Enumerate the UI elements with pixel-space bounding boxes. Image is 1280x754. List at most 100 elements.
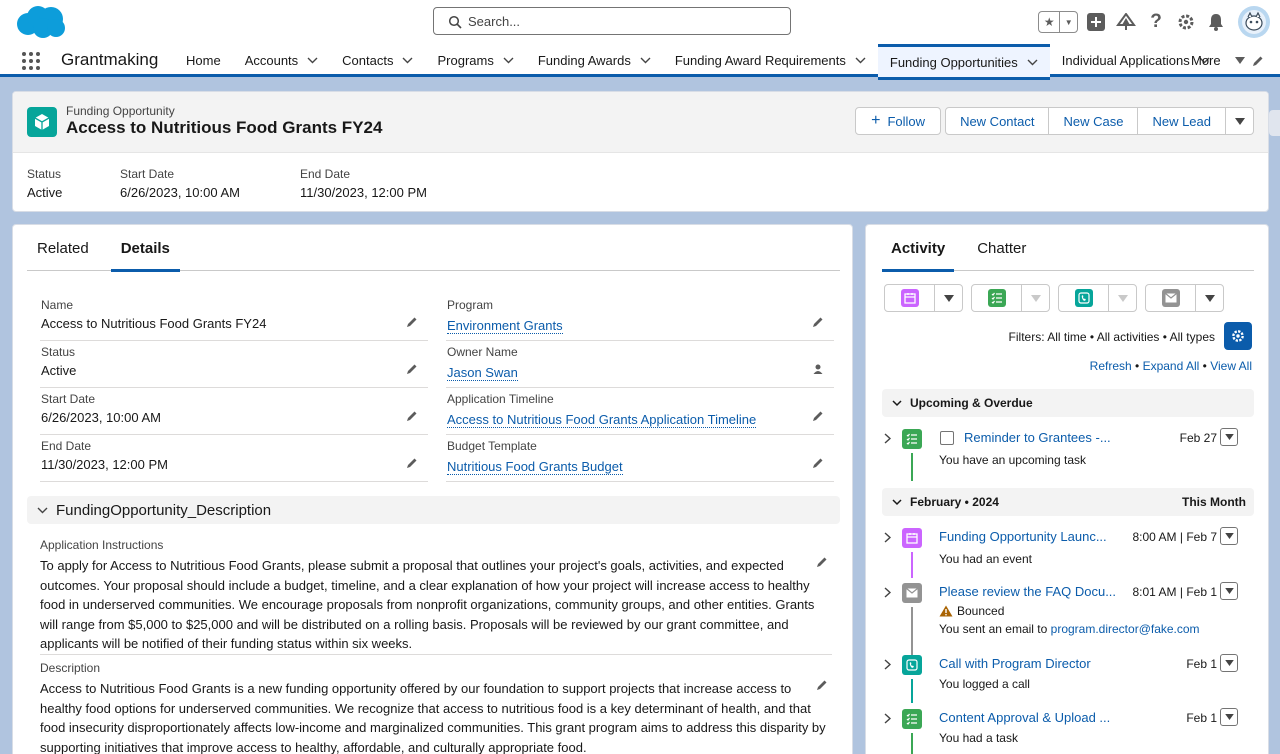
item-actions-dropdown[interactable] xyxy=(1220,708,1238,726)
chevron-down-icon[interactable] xyxy=(1027,59,1038,66)
timeline-item-title[interactable]: Content Approval & Upload ... xyxy=(939,710,1110,725)
field-value-link[interactable]: Nutritious Food Grants Budget xyxy=(447,459,623,475)
edit-pencil-icon[interactable] xyxy=(406,410,418,422)
utility-panel-tab[interactable] xyxy=(1269,110,1280,136)
user-avatar[interactable] xyxy=(1238,6,1270,38)
global-actions-icon[interactable] xyxy=(1084,10,1108,34)
details-card: Related Details Name Access to Nutritious… xyxy=(12,224,853,754)
chevron-down-icon[interactable] xyxy=(640,57,651,64)
caret-down-icon xyxy=(1224,588,1234,594)
item-actions-dropdown[interactable] xyxy=(1220,428,1238,446)
edit-pencil-icon[interactable] xyxy=(812,410,824,422)
edit-pencil-icon[interactable] xyxy=(816,556,828,568)
field-value-link[interactable]: Access to Nutritious Food Grants Applica… xyxy=(447,412,757,428)
salesforce-cloud-logo[interactable] xyxy=(14,4,66,40)
nav-tab-home[interactable]: Home xyxy=(174,44,233,77)
change-owner-icon[interactable] xyxy=(812,363,824,375)
email-recipient-link[interactable]: program.director@fake.com xyxy=(1051,622,1200,636)
field-value-link[interactable]: Environment Grants xyxy=(447,318,563,334)
edit-pencil-icon[interactable] xyxy=(406,316,418,328)
nav-tab-accounts[interactable]: Accounts xyxy=(233,44,330,77)
field-label: Start Date xyxy=(41,392,96,406)
refresh-link[interactable]: Refresh xyxy=(1090,359,1132,373)
trailhead-icon[interactable] xyxy=(1114,10,1138,34)
edit-pencil-icon[interactable] xyxy=(406,363,418,375)
timeline-item-date: 8:00 AM | Feb 7 xyxy=(1132,530,1218,544)
help-icon[interactable]: ? xyxy=(1144,10,1168,34)
filter-settings-button[interactable] xyxy=(1224,322,1252,350)
nav-tab-contacts[interactable]: Contacts xyxy=(330,44,425,77)
email-publisher[interactable] xyxy=(1145,284,1224,312)
caret-down-icon[interactable] xyxy=(1022,285,1049,311)
chevron-right-icon[interactable] xyxy=(884,587,891,598)
description-section-header[interactable]: FundingOpportunity_Description xyxy=(27,496,840,524)
field-label: End Date xyxy=(41,439,92,453)
chevron-down-icon[interactable] xyxy=(503,57,514,64)
timeline-item-date: 8:01 AM | Feb 1 xyxy=(1132,585,1218,599)
tab-chatter[interactable]: Chatter xyxy=(968,225,1035,271)
item-actions-dropdown[interactable] xyxy=(1220,654,1238,672)
edit-pencil-icon[interactable] xyxy=(812,457,824,469)
global-search-input[interactable]: Search... xyxy=(433,7,791,35)
timeline-item-title[interactable]: Funding Opportunity Launc... xyxy=(939,529,1107,544)
chevron-right-icon[interactable] xyxy=(884,433,891,444)
follow-button[interactable]: + Follow xyxy=(855,107,942,135)
chevron-down-icon[interactable] xyxy=(307,57,318,64)
new-contact-button[interactable]: New Contact xyxy=(945,107,1050,135)
edit-pencil-icon[interactable] xyxy=(406,457,418,469)
new-event-publisher[interactable] xyxy=(884,284,963,312)
record-type-label: Funding Opportunity xyxy=(66,104,175,118)
chevron-right-icon[interactable] xyxy=(884,659,891,670)
nav-tab-funding-awards[interactable]: Funding Awards xyxy=(526,44,663,77)
field-value: 6/26/2023, 10:00 AM xyxy=(41,410,161,425)
tab-related[interactable]: Related xyxy=(27,225,99,271)
activity-filters-text: Filters: All time • All activities • All… xyxy=(1008,330,1215,344)
chevron-right-icon[interactable] xyxy=(884,532,891,543)
tab-activity[interactable]: Activity xyxy=(882,225,955,272)
nav-tab-funding-opportunities[interactable]: Funding Opportunities xyxy=(877,44,1050,80)
nav-tab-label: Funding Award Requirements xyxy=(674,53,846,68)
tab-details[interactable]: Details xyxy=(110,225,181,272)
edit-pencil-icon[interactable] xyxy=(812,316,824,328)
timeline-item-title[interactable]: Reminder to Grantees -... xyxy=(964,430,1111,445)
task-complete-checkbox[interactable] xyxy=(940,431,954,445)
february-2024-group-header[interactable]: February • 2024 This Month xyxy=(882,488,1254,516)
expand-all-link[interactable]: Expand All xyxy=(1143,359,1200,373)
field-value-link[interactable]: Jason Swan xyxy=(447,365,518,381)
item-actions-dropdown[interactable] xyxy=(1220,527,1238,545)
timeline-connector xyxy=(911,552,913,578)
new-lead-button[interactable]: New Lead xyxy=(1138,107,1226,135)
view-all-link[interactable]: View All xyxy=(1210,359,1252,373)
timeline-item-date: Feb 1 xyxy=(1186,711,1217,725)
nav-more-button[interactable]: More xyxy=(1180,44,1256,77)
nav-tab-programs[interactable]: Programs xyxy=(425,44,525,77)
app-launcher-waffle-icon[interactable] xyxy=(22,52,40,70)
search-placeholder: Search... xyxy=(468,14,521,29)
log-call-publisher[interactable] xyxy=(1058,284,1137,312)
new-task-publisher[interactable] xyxy=(971,284,1050,312)
nav-tab-funding-award-requirements[interactable]: Funding Award Requirements xyxy=(663,44,878,77)
caret-down-icon[interactable] xyxy=(935,285,962,311)
notifications-bell-icon[interactable] xyxy=(1204,10,1228,34)
nav-tabs: Home Accounts Contacts Programs Funding Awar… xyxy=(174,44,1222,80)
timeline-item-title[interactable]: Call with Program Director xyxy=(939,656,1091,671)
edit-pencil-icon[interactable] xyxy=(816,679,828,691)
chevron-down-icon[interactable] xyxy=(855,57,866,64)
timeline-item-call: Call with Program Director Feb 1 You log… xyxy=(882,651,1254,703)
field-label: Owner Name xyxy=(447,345,518,359)
field-label: Budget Template xyxy=(447,439,537,453)
caret-down-icon[interactable] xyxy=(1109,285,1136,311)
timeline-connector xyxy=(911,733,913,754)
chevron-down-icon[interactable] xyxy=(402,57,413,64)
chevron-right-icon[interactable] xyxy=(884,713,891,724)
setup-gear-icon[interactable] xyxy=(1174,10,1198,34)
caret-down-icon[interactable] xyxy=(1196,285,1223,311)
edit-nav-pencil-icon[interactable] xyxy=(1252,55,1264,67)
timeline-item-title[interactable]: Please review the FAQ Docu... xyxy=(939,584,1116,599)
warning-text: Bounced xyxy=(957,604,1005,618)
item-actions-dropdown[interactable] xyxy=(1220,582,1238,600)
more-actions-button[interactable] xyxy=(1226,107,1254,135)
favorites-button[interactable]: ★ ▼ xyxy=(1038,11,1078,33)
upcoming-overdue-group-header[interactable]: Upcoming & Overdue xyxy=(882,389,1254,417)
new-case-button[interactable]: New Case xyxy=(1049,107,1139,135)
